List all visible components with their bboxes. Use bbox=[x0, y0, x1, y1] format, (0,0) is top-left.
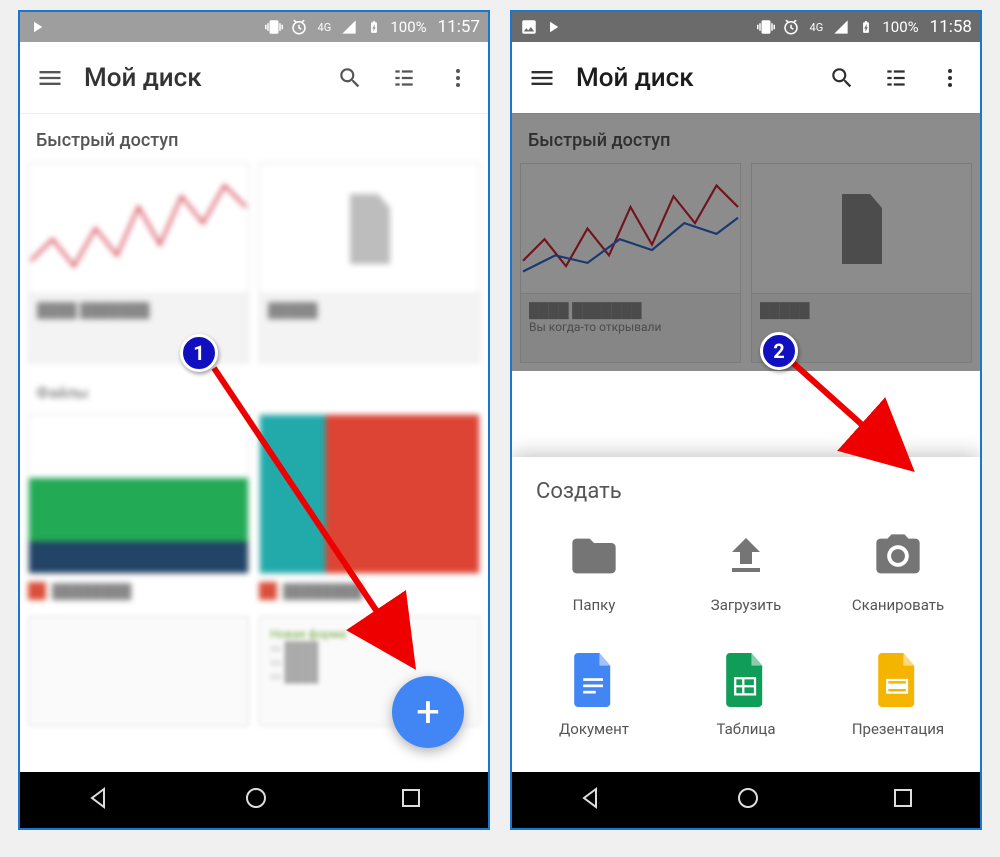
create-folder-button[interactable]: Папку bbox=[522, 518, 666, 624]
camera-icon bbox=[870, 528, 926, 584]
file-caption: ████████ bbox=[259, 582, 480, 600]
network-4g-icon: 4G bbox=[315, 18, 333, 36]
nav-home-button[interactable] bbox=[243, 785, 269, 815]
quick-card[interactable]: █████ bbox=[259, 163, 480, 363]
file-caption: ████████ bbox=[28, 582, 249, 600]
app-notif-icon bbox=[544, 18, 562, 36]
android-navbar bbox=[20, 772, 488, 828]
phone-right: 4G 100% 11:58 Мой диск Быстрый доступ bbox=[510, 10, 982, 830]
form-title: Новая форма bbox=[270, 627, 469, 641]
annotation-badge-2: 2 bbox=[760, 332, 798, 370]
sheet-title: Создать bbox=[522, 479, 970, 518]
scan-label: Сканировать bbox=[852, 596, 944, 614]
file-card[interactable] bbox=[259, 414, 480, 574]
clock: 11:58 bbox=[926, 17, 972, 37]
nav-back-button[interactable] bbox=[578, 785, 604, 815]
hamburger-menu-button[interactable] bbox=[522, 58, 562, 98]
quick-access-header: Быстрый доступ bbox=[512, 114, 980, 163]
sheets-icon bbox=[718, 652, 774, 708]
folder-icon bbox=[566, 528, 622, 584]
doc-label: Документ bbox=[559, 720, 629, 738]
sheet-label: Таблица bbox=[717, 720, 776, 738]
quick-card[interactable]: ████ ███████Вы когда-то открывали bbox=[520, 163, 741, 363]
scan-button[interactable]: Сканировать bbox=[826, 518, 970, 624]
upload-button[interactable]: Загрузить bbox=[674, 518, 818, 624]
vibrate-icon bbox=[757, 18, 775, 36]
file-card[interactable] bbox=[28, 414, 249, 574]
page-title: Мой диск bbox=[576, 63, 808, 93]
create-folder-label: Папку bbox=[573, 596, 616, 614]
slides-icon bbox=[870, 652, 926, 708]
nav-recents-button[interactable] bbox=[400, 787, 422, 813]
signal-icon bbox=[340, 18, 358, 36]
appbar-left: Мой диск bbox=[20, 42, 488, 114]
quick-access-header: Быстрый доступ bbox=[20, 114, 488, 163]
create-sheet-button[interactable]: Таблица bbox=[674, 642, 818, 748]
search-button[interactable] bbox=[330, 58, 370, 98]
slides-label: Презентация bbox=[852, 720, 944, 738]
battery-pct: 100% bbox=[390, 18, 426, 36]
search-button[interactable] bbox=[822, 58, 862, 98]
docs-icon bbox=[566, 652, 622, 708]
file-card[interactable] bbox=[28, 616, 249, 726]
create-doc-button[interactable]: Документ bbox=[522, 642, 666, 748]
nav-recents-button[interactable] bbox=[892, 787, 914, 813]
android-navbar bbox=[512, 772, 980, 828]
battery-icon bbox=[857, 18, 875, 36]
view-toggle-button[interactable] bbox=[384, 58, 424, 98]
upload-label: Загрузить bbox=[711, 596, 781, 614]
content-right: Быстрый доступ ████ ███████Вы когда-то о… bbox=[512, 114, 980, 772]
create-slides-button[interactable]: Презентация bbox=[826, 642, 970, 748]
vibrate-icon bbox=[265, 18, 283, 36]
plus-icon: + bbox=[416, 688, 440, 737]
alarm-icon bbox=[782, 18, 800, 36]
status-bar-right: 4G 100% 11:58 bbox=[512, 12, 980, 42]
nav-back-button[interactable] bbox=[86, 785, 112, 815]
files-header: Файлы bbox=[20, 371, 488, 414]
view-toggle-button[interactable] bbox=[876, 58, 916, 98]
app-notif-icon bbox=[28, 18, 46, 36]
upload-icon bbox=[718, 528, 774, 584]
alarm-icon bbox=[290, 18, 308, 36]
annotation-badge-1: 1 bbox=[180, 334, 218, 372]
create-bottom-sheet: Создать Папку Загрузить bbox=[512, 457, 980, 772]
content-left: Быстрый доступ ████ ███████ █████ Файлы … bbox=[20, 114, 488, 772]
network-4g-icon: 4G bbox=[807, 18, 825, 36]
clock: 11:57 bbox=[434, 17, 480, 37]
hamburger-menu-button[interactable] bbox=[30, 58, 70, 98]
fab-add-button[interactable]: + bbox=[392, 676, 464, 748]
image-notif-icon bbox=[520, 18, 538, 36]
overflow-menu-button[interactable] bbox=[930, 58, 970, 98]
signal-icon bbox=[832, 18, 850, 36]
status-bar-left: 4G 100% 11:57 bbox=[20, 12, 488, 42]
overflow-menu-button[interactable] bbox=[438, 58, 478, 98]
appbar-right: Мой диск bbox=[512, 42, 980, 114]
nav-home-button[interactable] bbox=[735, 785, 761, 815]
page-title: Мой диск bbox=[84, 63, 316, 93]
battery-icon bbox=[365, 18, 383, 36]
quick-card[interactable]: ████ ███████ bbox=[28, 163, 249, 363]
battery-pct: 100% bbox=[882, 18, 918, 36]
phone-left: 4G 100% 11:57 Мой диск Быстрый доступ bbox=[18, 10, 490, 830]
